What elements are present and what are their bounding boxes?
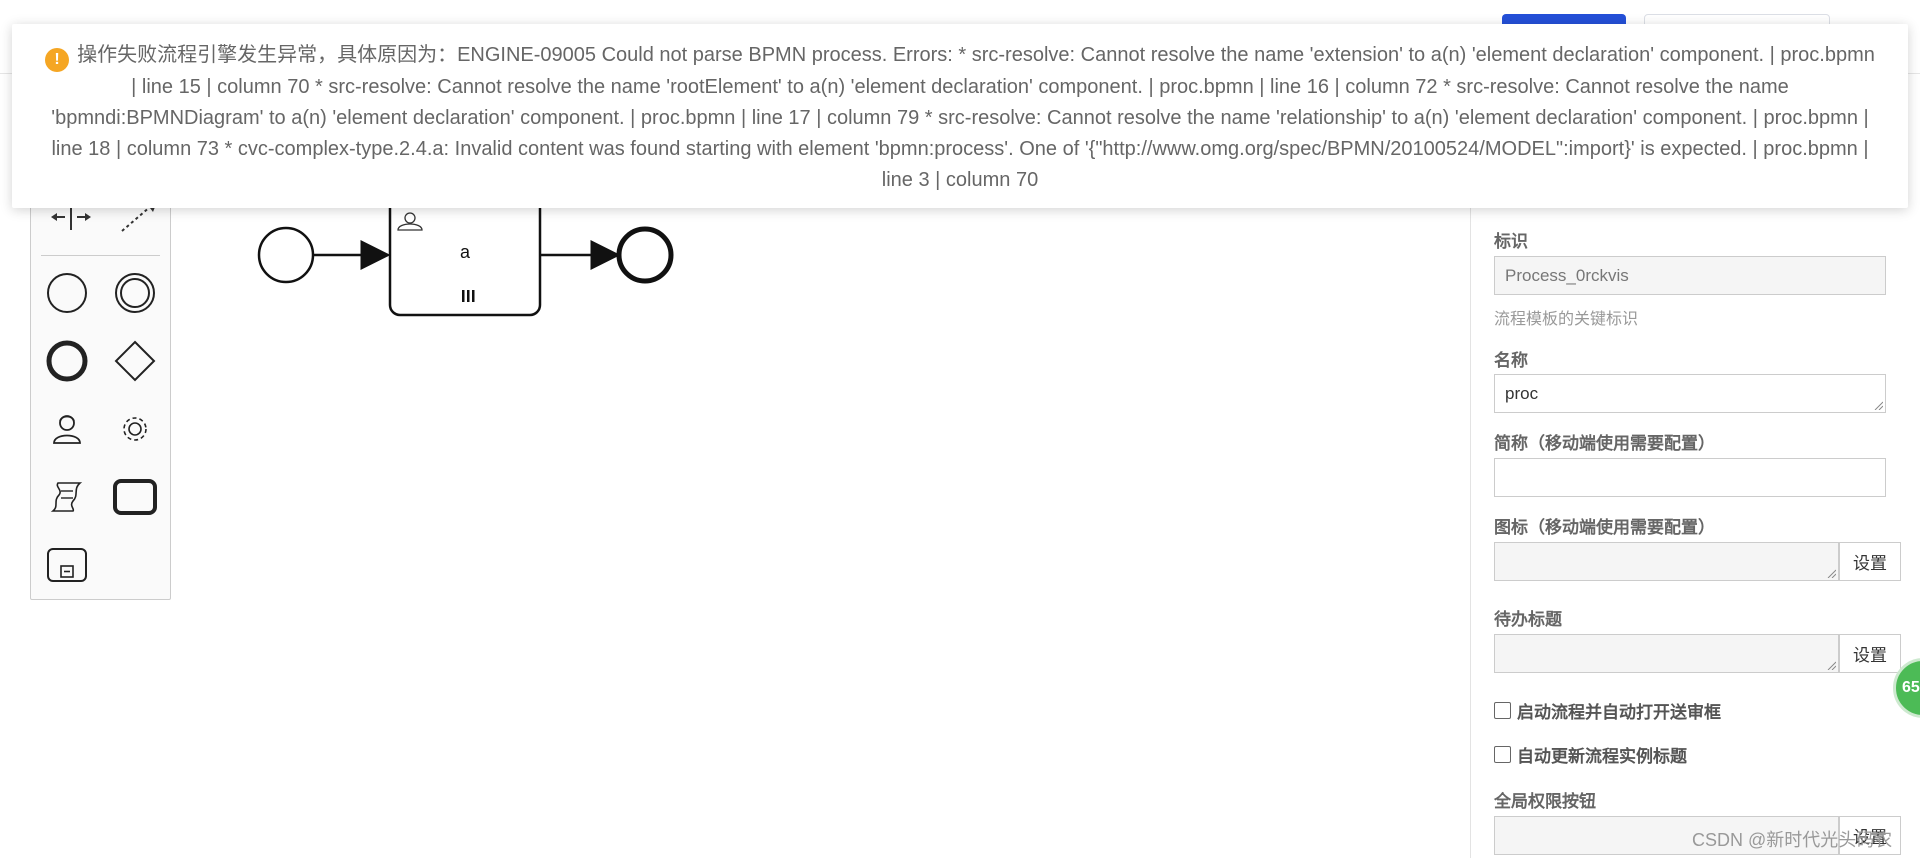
start-event[interactable] bbox=[257, 226, 315, 284]
id-field[interactable]: Process_0rckvis bbox=[1494, 256, 1886, 295]
error-message: 操作失败流程引擎发生异常，具体原因为：ENGINE-09005 Could no… bbox=[51, 44, 1875, 191]
service-task-icon[interactable] bbox=[111, 405, 159, 453]
auto-update-title-label: 自动更新流程实例标题 bbox=[1517, 747, 1687, 766]
short-name-field[interactable] bbox=[1494, 458, 1886, 497]
id-label: 标识 bbox=[1494, 232, 1528, 251]
subprocess-icon[interactable] bbox=[43, 541, 91, 589]
short-name-label: 简称（移动端使用需要配置） bbox=[1494, 434, 1715, 453]
resize-handle-icon[interactable] bbox=[1826, 660, 1836, 670]
auto-open-checkbox[interactable]: 启动流程并自动打开送审框 bbox=[1494, 698, 1721, 723]
task-label: a bbox=[459, 242, 470, 262]
end-event[interactable] bbox=[616, 226, 674, 284]
todo-set-button[interactable]: 设置 bbox=[1839, 634, 1901, 673]
icon-label: 图标（移动端使用需要配置） bbox=[1494, 518, 1715, 537]
name-label: 名称 bbox=[1494, 351, 1528, 370]
task-icon[interactable] bbox=[111, 473, 159, 521]
resize-handle-icon[interactable] bbox=[1873, 400, 1883, 410]
todo-title-field[interactable] bbox=[1494, 634, 1839, 673]
auto-open-label: 启动流程并自动打开送审框 bbox=[1517, 703, 1721, 722]
checkbox-box[interactable] bbox=[1494, 746, 1511, 763]
script-task-icon[interactable] bbox=[43, 473, 91, 521]
icon-field[interactable] bbox=[1494, 542, 1839, 581]
user-task-icon[interactable] bbox=[43, 405, 91, 453]
end-event-icon[interactable] bbox=[43, 337, 91, 385]
global-buttons-label: 全局权限按钮 bbox=[1494, 792, 1596, 811]
palette-separator bbox=[41, 255, 160, 256]
error-toast: ! 操作失败流程引擎发生异常，具体原因为：ENGINE-09005 Could n… bbox=[12, 24, 1908, 208]
tool-palette bbox=[30, 178, 171, 600]
icon-set-button[interactable]: 设置 bbox=[1839, 542, 1901, 581]
name-field[interactable]: proc bbox=[1494, 374, 1886, 413]
start-event-icon[interactable] bbox=[43, 269, 91, 317]
gateway-icon[interactable] bbox=[111, 337, 159, 385]
id-hint: 流程模板的关键标识 bbox=[1494, 311, 1639, 328]
name-value: proc bbox=[1505, 383, 1539, 403]
checkbox-box[interactable] bbox=[1494, 702, 1511, 719]
warning-icon: ! bbox=[45, 48, 70, 72]
resize-handle-icon[interactable] bbox=[1826, 568, 1836, 578]
auto-update-title-checkbox[interactable]: 自动更新流程实例标题 bbox=[1494, 742, 1687, 767]
watermark: CSDN @新时代光头码农 bbox=[1692, 830, 1893, 850]
todo-title-label: 待办标题 bbox=[1494, 610, 1562, 629]
intermediate-event-icon[interactable] bbox=[111, 269, 159, 317]
